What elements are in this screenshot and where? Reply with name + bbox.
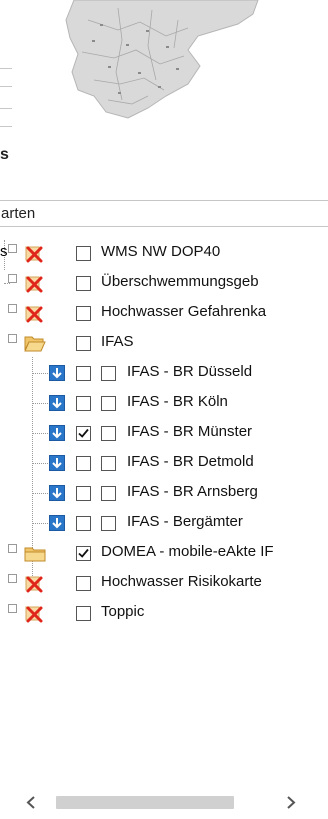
tree-item-wms-nw-dop40[interactable]: s WMS NW DOP40	[0, 240, 328, 266]
scroll-left-button[interactable]	[16, 790, 46, 815]
tree-item-ifas-br-arnsberg[interactable]: IFAS - BR Arnsberg	[0, 480, 328, 506]
tree-item-label: WMS NW DOP40	[101, 243, 221, 260]
tree-item-ifas-br-muenster[interactable]: IFAS - BR Münster	[0, 420, 328, 446]
layer-checkbox[interactable]	[76, 606, 91, 621]
visibility-checkbox[interactable]	[76, 396, 91, 411]
tree-item-ifas-br-duesseldorf[interactable]: IFAS - BR Düsseld	[0, 360, 328, 386]
tree-item-ifas[interactable]: IFAS	[0, 330, 328, 356]
tree-item-label: Hochwasser Gefahrenka	[101, 303, 267, 320]
layer-combo-value: arten	[1, 205, 36, 222]
horizontal-scrollbar[interactable]	[0, 790, 328, 815]
section-heading: s	[0, 146, 9, 163]
chevron-left-icon	[26, 796, 35, 809]
broken-layer-icon	[25, 276, 43, 293]
tree-guide-line	[32, 403, 48, 404]
tree-item-label: IFAS - BR Arnsberg	[127, 483, 258, 500]
tree-item-label: IFAS - BR Düsseld	[127, 363, 253, 380]
tree-item-ifas-br-detmold[interactable]: IFAS - BR Detmold	[0, 450, 328, 476]
visibility-checkbox-checked[interactable]	[76, 426, 91, 441]
download-icon[interactable]	[49, 425, 65, 441]
tree-item-label: Hochwasser Risikokarte	[101, 573, 262, 590]
tree-item-label: Toppic	[101, 603, 145, 620]
layer-checkbox[interactable]	[101, 396, 116, 411]
folder-closed-icon	[24, 547, 46, 562]
layer-checkbox[interactable]	[101, 426, 116, 441]
tree-guide-line	[4, 283, 10, 284]
layer-checkbox[interactable]	[101, 366, 116, 381]
tree-item-label: DOMEA - mobile-eAkte IF	[101, 543, 274, 560]
tree-guide-line	[32, 523, 48, 524]
layer-checkbox[interactable]	[76, 246, 91, 261]
expander-icon[interactable]	[8, 544, 17, 553]
expander-icon[interactable]	[8, 334, 17, 343]
tree-item-label: IFAS - BR Köln	[127, 393, 228, 410]
layer-checkbox[interactable]	[101, 456, 116, 471]
tree-guide-line	[32, 493, 48, 494]
tree-item-label: IFAS - Bergämter	[127, 513, 243, 530]
folder-open-icon	[24, 336, 46, 352]
layer-checkbox-checked[interactable]	[76, 546, 91, 561]
broken-layer-icon	[25, 246, 43, 263]
download-icon[interactable]	[49, 365, 65, 381]
chevron-right-icon	[287, 796, 296, 809]
separator-line	[0, 126, 12, 127]
download-icon[interactable]	[49, 455, 65, 471]
tree-guide-line	[32, 373, 48, 374]
broken-layer-icon	[25, 576, 43, 593]
layer-combo[interactable]: arten	[0, 200, 328, 227]
visibility-checkbox[interactable]	[76, 516, 91, 531]
tree-item-hochwasser-gefahrenkarte[interactable]: Hochwasser Gefahrenka	[0, 300, 328, 326]
tree-item-ueberschwemmungsgebiete[interactable]: Überschwemmungsgeb	[0, 270, 328, 296]
tree-guide-line	[32, 463, 48, 464]
expander-icon[interactable]	[8, 244, 17, 253]
download-icon[interactable]	[49, 395, 65, 411]
tree-item-ifas-br-koeln[interactable]: IFAS - BR Köln	[0, 390, 328, 416]
separator-line	[0, 68, 12, 69]
tree-item-toppic[interactable]: Toppic	[0, 600, 328, 626]
layer-checkbox[interactable]	[76, 306, 91, 321]
tree-item-label: IFAS	[101, 333, 134, 350]
expander-icon[interactable]	[8, 574, 17, 583]
layer-checkbox[interactable]	[101, 516, 116, 531]
scroll-thumb[interactable]	[56, 796, 234, 809]
scroll-right-button[interactable]	[276, 790, 306, 815]
separator-line	[0, 108, 12, 109]
visibility-checkbox[interactable]	[76, 486, 91, 501]
tree-item-hochwasser-risikokarte[interactable]: Hochwasser Risikokarte	[0, 570, 328, 596]
separator-line	[0, 86, 12, 87]
download-icon[interactable]	[49, 485, 65, 501]
map-thumbnail	[65, 0, 259, 119]
broken-layer-icon	[25, 306, 43, 323]
truncated-label-fragment: s	[0, 243, 8, 260]
broken-layer-icon	[25, 606, 43, 623]
tree-item-ifas-bergaemter[interactable]: IFAS - Bergämter	[0, 510, 328, 536]
visibility-checkbox[interactable]	[76, 366, 91, 381]
tree-item-label: Überschwemmungsgeb	[101, 273, 259, 290]
download-icon[interactable]	[49, 515, 65, 531]
tree-item-label: IFAS - BR Münster	[127, 423, 253, 440]
layer-checkbox[interactable]	[76, 336, 91, 351]
layer-checkbox[interactable]	[101, 486, 116, 501]
expander-icon[interactable]	[8, 604, 17, 613]
tree-guide-line	[32, 433, 48, 434]
visibility-checkbox[interactable]	[76, 456, 91, 471]
expander-icon[interactable]	[8, 304, 17, 313]
layer-checkbox[interactable]	[76, 576, 91, 591]
layer-checkbox[interactable]	[76, 276, 91, 291]
expander-icon[interactable]	[8, 274, 17, 283]
tree-item-label: IFAS - BR Detmold	[127, 453, 254, 470]
tree-item-domea[interactable]: DOMEA - mobile-eAkte IF	[0, 540, 328, 566]
